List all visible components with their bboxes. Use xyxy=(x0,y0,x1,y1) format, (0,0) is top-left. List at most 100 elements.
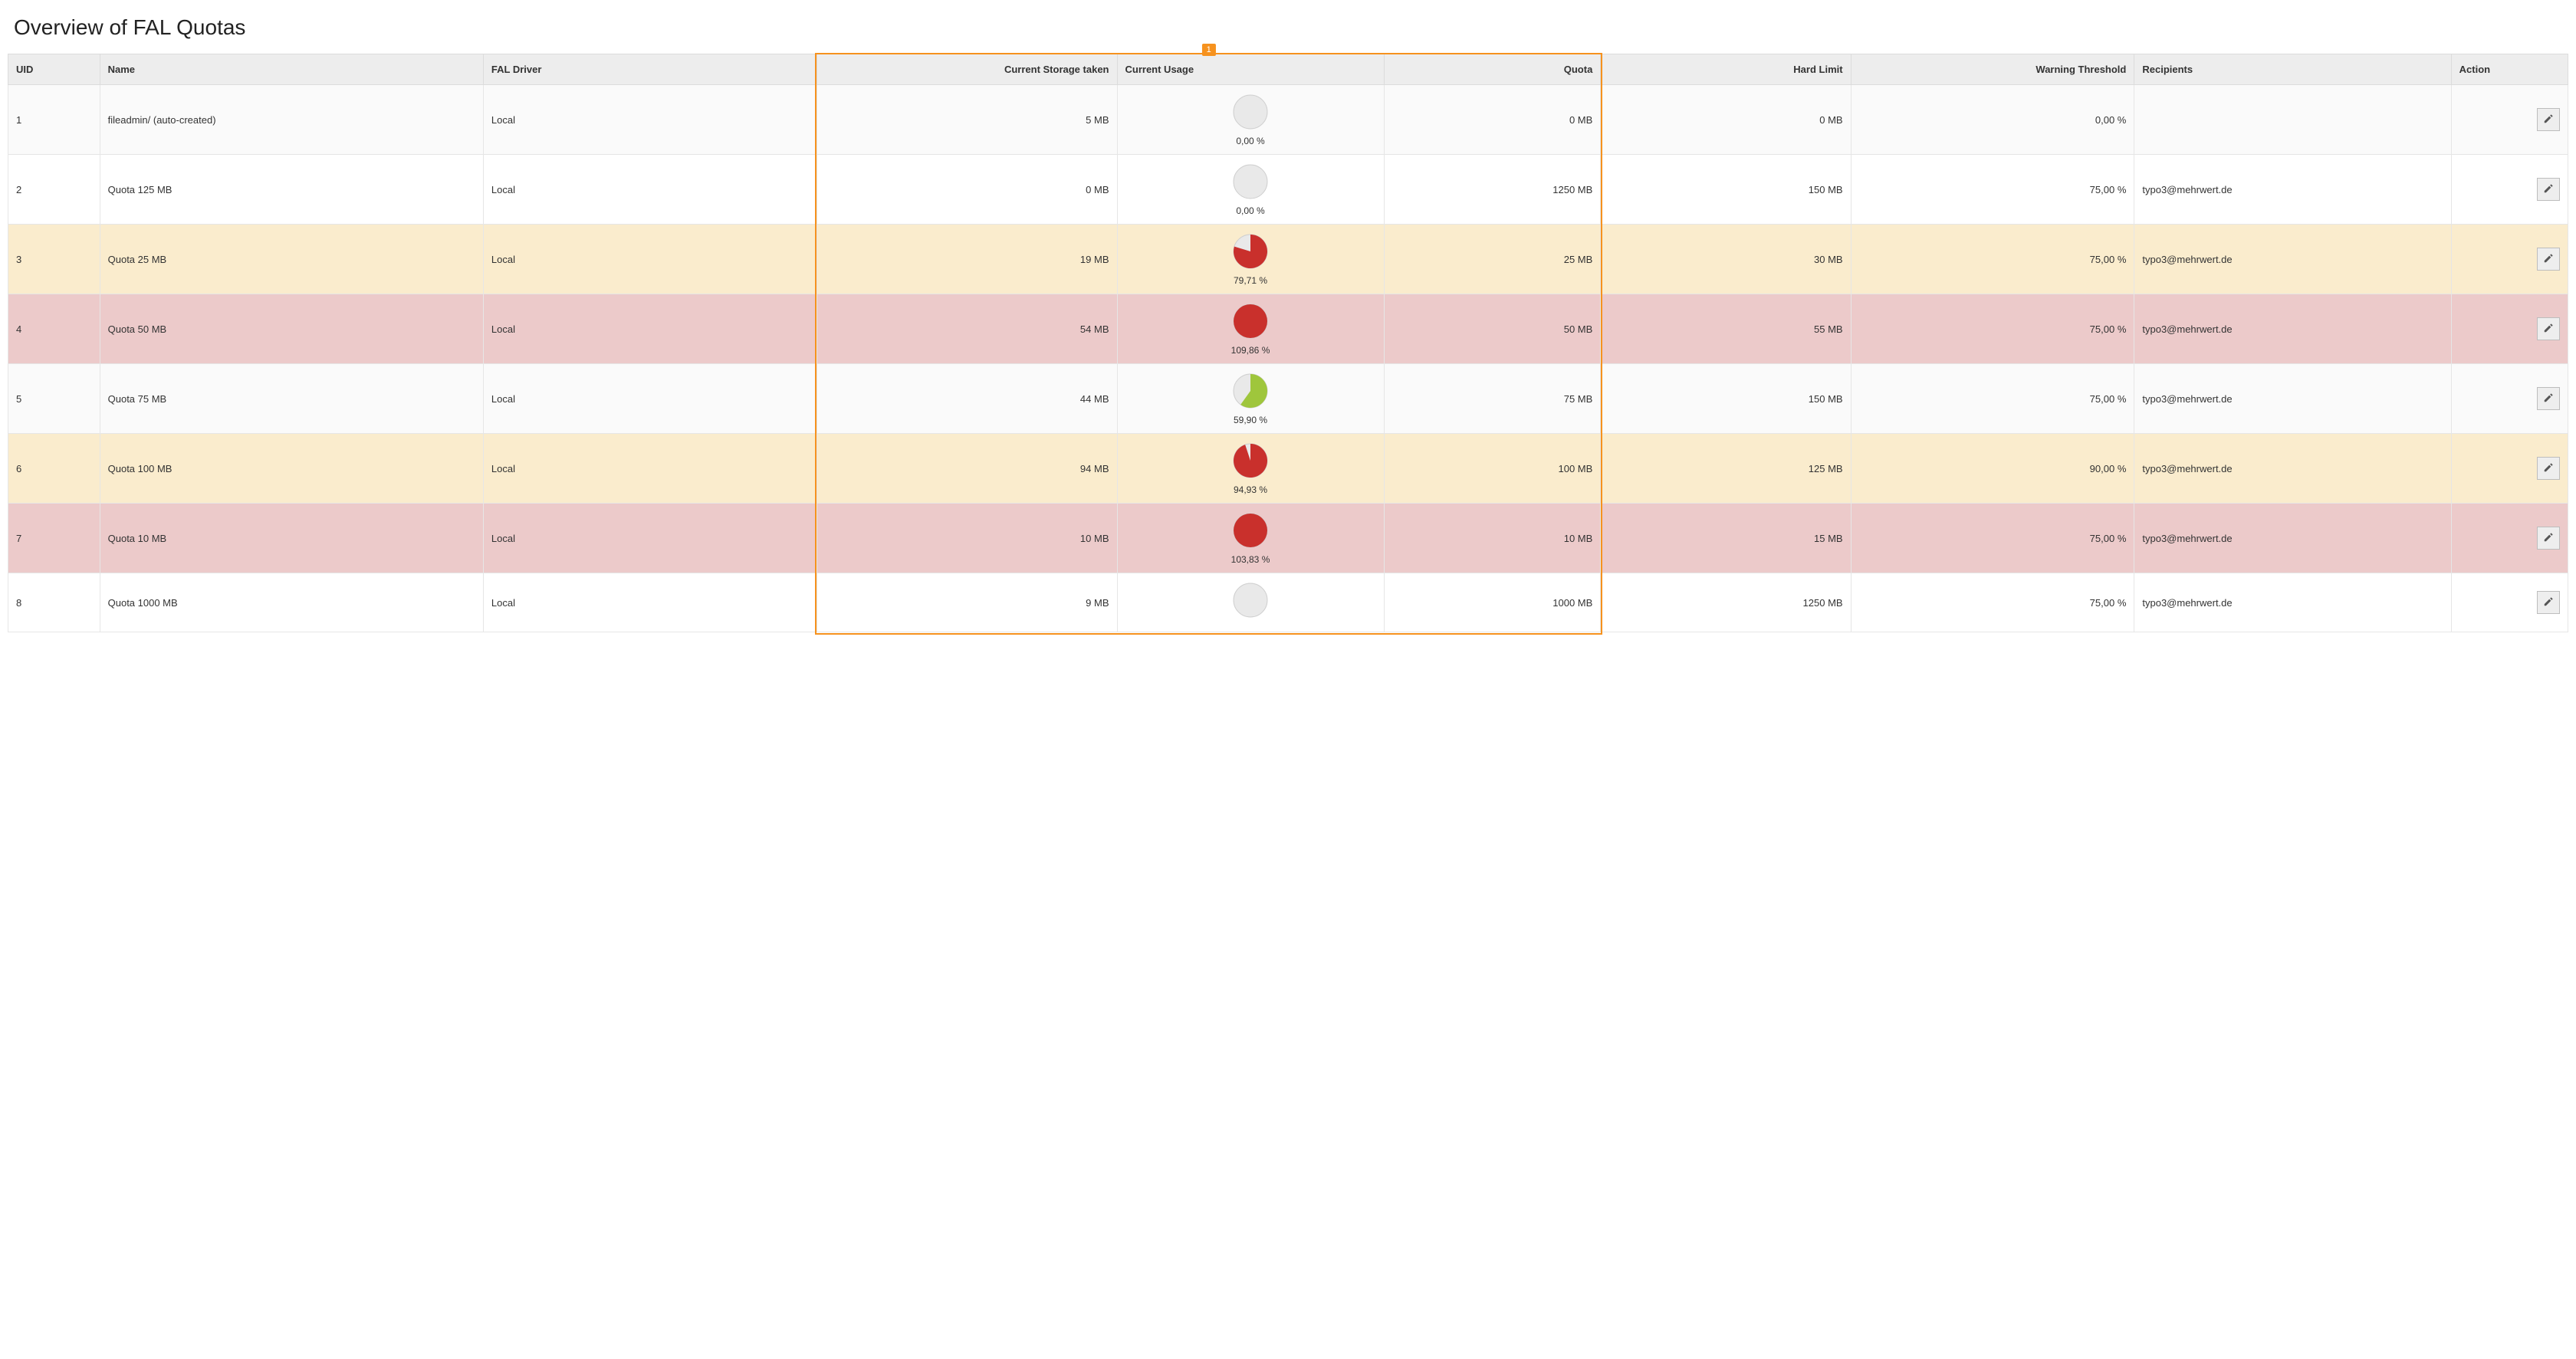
col-driver: FAL Driver xyxy=(483,54,816,85)
cell-driver: Local xyxy=(483,85,816,155)
edit-button[interactable] xyxy=(2537,591,2560,614)
usage-pie-icon xyxy=(1231,232,1270,271)
cell-storage: 44 MB xyxy=(816,364,1117,434)
cell-quota: 25 MB xyxy=(1384,225,1601,294)
cell-storage: 5 MB xyxy=(816,85,1117,155)
table-row: 7 Quota 10 MB Local 10 MB 103,83 % 10 MB… xyxy=(8,504,2568,573)
cell-storage: 54 MB xyxy=(816,294,1117,364)
table-row: 3 Quota 25 MB Local 19 MB 79,71 % 25 MB … xyxy=(8,225,2568,294)
col-action: Action xyxy=(2451,54,2568,85)
edit-button[interactable] xyxy=(2537,178,2560,201)
pencil-icon xyxy=(2543,253,2554,266)
table-row: 1 fileadmin/ (auto-created) Local 5 MB 0… xyxy=(8,85,2568,155)
cell-uid: 1 xyxy=(8,85,100,155)
cell-uid: 3 xyxy=(8,225,100,294)
cell-recipients: typo3@mehrwert.de xyxy=(2134,294,2451,364)
cell-uid: 8 xyxy=(8,573,100,632)
edit-button[interactable] xyxy=(2537,317,2560,340)
cell-driver: Local xyxy=(483,573,816,632)
usage-label: 94,93 % xyxy=(1234,484,1267,495)
cell-quota: 10 MB xyxy=(1384,504,1601,573)
cell-quota: 1250 MB xyxy=(1384,155,1601,225)
cell-driver: Local xyxy=(483,504,816,573)
table-row: 6 Quota 100 MB Local 94 MB 94,93 % 100 M… xyxy=(8,434,2568,504)
cell-recipients xyxy=(2134,85,2451,155)
col-storage: Current Storage taken xyxy=(816,54,1117,85)
col-hard: Hard Limit xyxy=(1601,54,1851,85)
usage-pie-icon xyxy=(1231,93,1270,131)
cell-recipients: typo3@mehrwert.de xyxy=(2134,573,2451,632)
pencil-icon xyxy=(2543,183,2554,196)
edit-button[interactable] xyxy=(2537,387,2560,410)
cell-hard: 150 MB xyxy=(1601,364,1851,434)
cell-hard: 150 MB xyxy=(1601,155,1851,225)
cell-uid: 5 xyxy=(8,364,100,434)
pencil-icon xyxy=(2543,462,2554,475)
cell-recipients: typo3@mehrwert.de xyxy=(2134,504,2451,573)
usage-pie-icon xyxy=(1231,511,1270,550)
cell-thresh: 75,00 % xyxy=(1851,504,2134,573)
usage-pie-icon xyxy=(1231,302,1270,340)
cell-hard: 1250 MB xyxy=(1601,573,1851,632)
cell-storage: 9 MB xyxy=(816,573,1117,632)
cell-storage: 0 MB xyxy=(816,155,1117,225)
cell-usage: 0,00 % xyxy=(1117,155,1384,225)
usage-label: 0,00 % xyxy=(1236,205,1264,216)
cell-quota: 100 MB xyxy=(1384,434,1601,504)
usage-label: 0,00 % xyxy=(1236,136,1264,146)
cell-driver: Local xyxy=(483,364,816,434)
edit-button[interactable] xyxy=(2537,457,2560,480)
edit-button[interactable] xyxy=(2537,527,2560,550)
cell-uid: 7 xyxy=(8,504,100,573)
cell-hard: 55 MB xyxy=(1601,294,1851,364)
cell-usage xyxy=(1117,573,1384,632)
usage-label: 109,86 % xyxy=(1231,345,1270,356)
cell-driver: Local xyxy=(483,225,816,294)
cell-name: Quota 75 MB xyxy=(100,364,483,434)
cell-recipients: typo3@mehrwert.de xyxy=(2134,364,2451,434)
cell-thresh: 75,00 % xyxy=(1851,364,2134,434)
pencil-icon xyxy=(2543,113,2554,126)
cell-usage: 109,86 % xyxy=(1117,294,1384,364)
cell-uid: 2 xyxy=(8,155,100,225)
page-title: Overview of FAL Quotas xyxy=(14,15,2568,40)
usage-label: 103,83 % xyxy=(1231,554,1270,565)
cell-name: fileadmin/ (auto-created) xyxy=(100,85,483,155)
cell-name: Quota 1000 MB xyxy=(100,573,483,632)
cell-thresh: 0,00 % xyxy=(1851,85,2134,155)
cell-quota: 75 MB xyxy=(1384,364,1601,434)
usage-pie-icon xyxy=(1231,442,1270,480)
cell-driver: Local xyxy=(483,434,816,504)
col-recipients: Recipients xyxy=(2134,54,2451,85)
cell-hard: 30 MB xyxy=(1601,225,1851,294)
edit-button[interactable] xyxy=(2537,108,2560,131)
edit-button[interactable] xyxy=(2537,248,2560,271)
usage-pie-icon xyxy=(1231,162,1270,201)
cell-hard: 125 MB xyxy=(1601,434,1851,504)
cell-thresh: 75,00 % xyxy=(1851,225,2134,294)
cell-name: Quota 50 MB xyxy=(100,294,483,364)
cell-hard: 0 MB xyxy=(1601,85,1851,155)
col-usage: Current Usage xyxy=(1117,54,1384,85)
cell-usage: 0,00 % xyxy=(1117,85,1384,155)
cell-name: Quota 100 MB xyxy=(100,434,483,504)
cell-thresh: 75,00 % xyxy=(1851,573,2134,632)
pencil-icon xyxy=(2543,323,2554,336)
table-row: 8 Quota 1000 MB Local 9 MB 1000 MB 1250 … xyxy=(8,573,2568,632)
cell-storage: 94 MB xyxy=(816,434,1117,504)
table-row: 4 Quota 50 MB Local 54 MB 109,86 % 50 MB… xyxy=(8,294,2568,364)
cell-name: Quota 25 MB xyxy=(100,225,483,294)
usage-pie-icon xyxy=(1231,581,1270,619)
quota-table: UID Name FAL Driver Current Storage take… xyxy=(8,54,2568,632)
usage-label: 79,71 % xyxy=(1234,275,1267,286)
cell-recipients: typo3@mehrwert.de xyxy=(2134,434,2451,504)
cell-hard: 15 MB xyxy=(1601,504,1851,573)
cell-storage: 19 MB xyxy=(816,225,1117,294)
col-quota: Quota xyxy=(1384,54,1601,85)
pencil-icon xyxy=(2543,532,2554,545)
cell-usage: 59,90 % xyxy=(1117,364,1384,434)
cell-name: Quota 125 MB xyxy=(100,155,483,225)
cell-usage: 94,93 % xyxy=(1117,434,1384,504)
col-thresh: Warning Threshold xyxy=(1851,54,2134,85)
col-name: Name xyxy=(100,54,483,85)
